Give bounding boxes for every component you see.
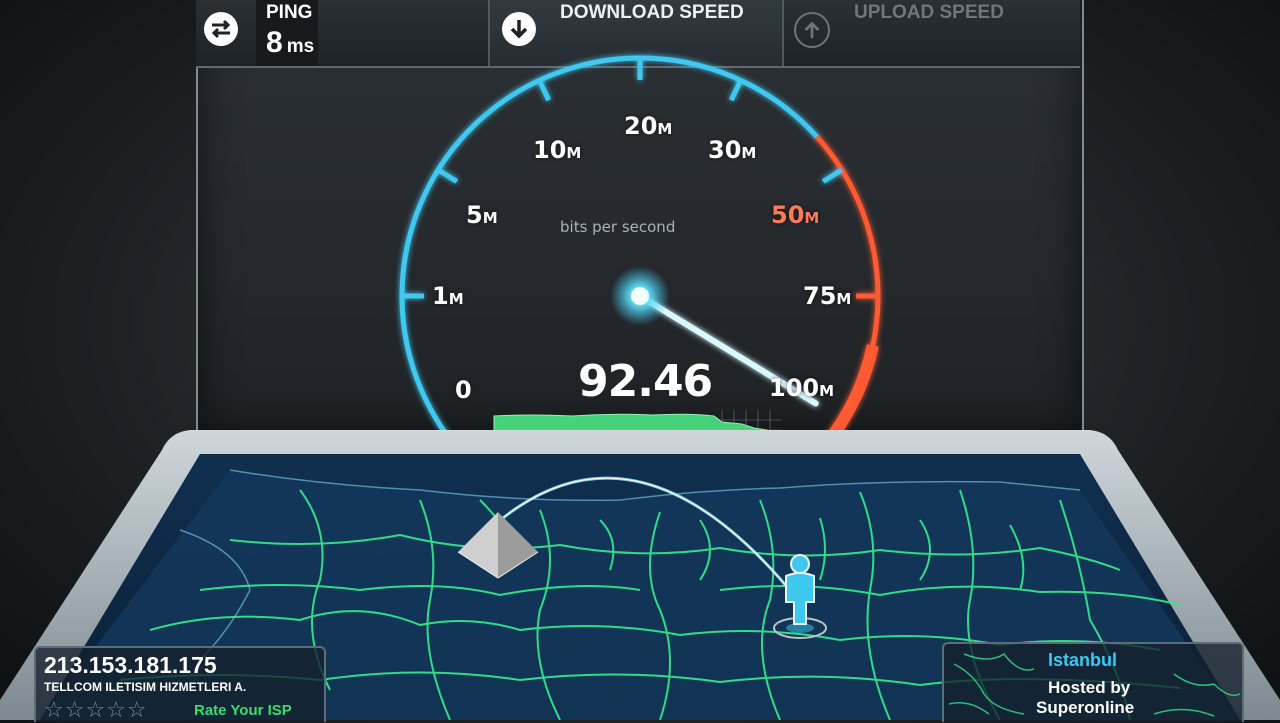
client-info-panel: 213.153.181.175 TELLCOM ILETISIM HIZMETL…: [34, 646, 326, 723]
gauge-tick-label: 50M: [771, 201, 820, 229]
gauge-tick-label: 75M: [803, 282, 852, 310]
gauge-tick-label: 1M: [432, 282, 464, 310]
gauge-tick-mark: [729, 79, 743, 102]
server-host: Superonline: [1036, 698, 1135, 717]
rate-isp-link[interactable]: Rate Your ISP: [194, 702, 292, 719]
isp-rating-stars[interactable]: ☆☆☆☆☆: [44, 698, 148, 723]
gauge-tick-label: 10M: [533, 136, 582, 164]
gauge-tick-mark: [821, 167, 844, 184]
gauge-tick-label: 0: [455, 376, 472, 404]
server-city: Istanbul: [1048, 650, 1118, 670]
gauge-tick-label: 30M: [708, 136, 757, 164]
gauge-tick-mark: [436, 167, 459, 184]
current-speed-value: 92.46: [578, 356, 713, 407]
gauge-hub-core: [631, 287, 649, 305]
gauge-tick-mark: [537, 79, 551, 102]
gauge-tick-label: 100M: [769, 374, 835, 402]
gauge-tick-label: 5M: [466, 201, 498, 229]
unit-caption: bits per second: [560, 218, 676, 236]
client-ip: 213.153.181.175: [44, 652, 217, 678]
server-info-panel[interactable]: Istanbul Hosted by Superonline: [942, 642, 1244, 722]
gauge-tick-label: 20M: [624, 112, 673, 140]
hosted-by-label: Hosted by: [1048, 678, 1131, 697]
client-isp: TELLCOM ILETISIM HIZMETLERI A.: [44, 680, 247, 694]
